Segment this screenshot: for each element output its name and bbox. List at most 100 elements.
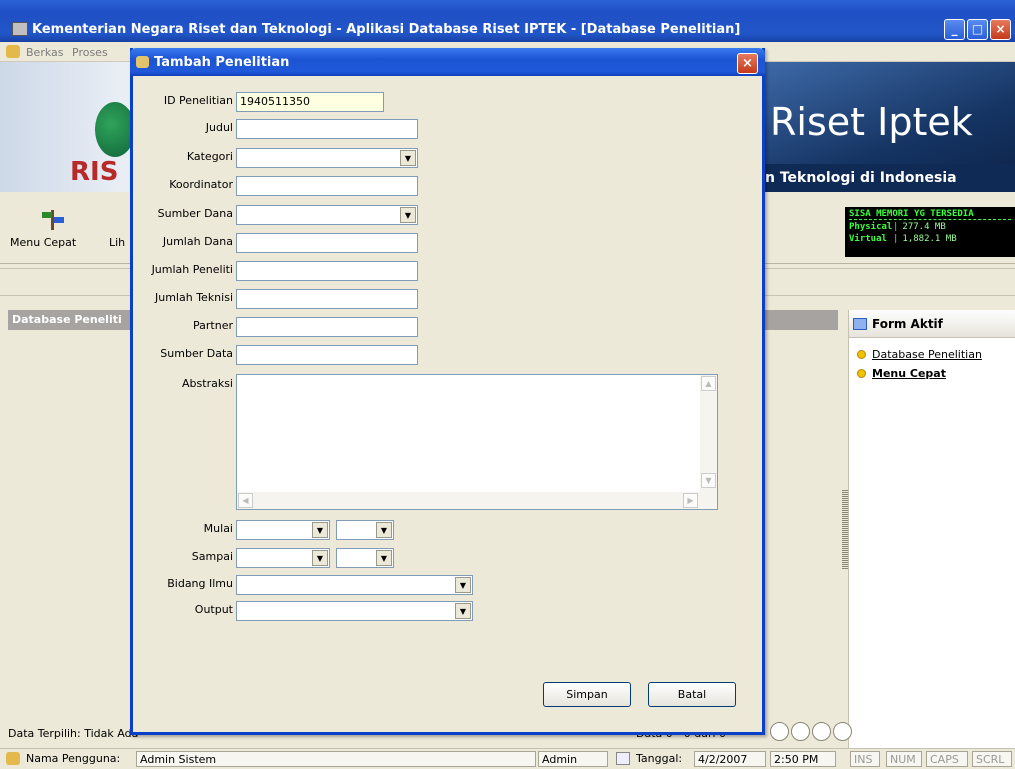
menu-proses[interactable]: Proses <box>72 46 108 59</box>
date-label: Tanggal: <box>636 752 683 765</box>
jumlah-dana-field[interactable] <box>236 233 418 253</box>
num-indicator: NUM <box>886 751 922 767</box>
scroll-right-icon[interactable]: ▶ <box>683 493 698 508</box>
virtual-label: Virtual <box>849 234 887 244</box>
date-value: 4/2/2007 <box>694 751 766 767</box>
user-icon <box>6 752 20 765</box>
partner-field[interactable] <box>236 317 418 337</box>
batal-button[interactable]: Batal <box>648 682 736 707</box>
banner-subtitle: n Teknologi di Indonesia <box>765 170 957 186</box>
form-item-label: Menu Cepat <box>872 367 946 380</box>
bullet-icon <box>857 350 866 359</box>
physical-label: Physical <box>849 222 893 232</box>
sampai-year-select[interactable]: ▼ <box>336 548 394 568</box>
form-aktif-header: Form Aktif <box>849 310 1015 338</box>
form-icon <box>853 318 867 330</box>
nav-next-icon[interactable] <box>812 722 831 741</box>
bidang-ilmu-select[interactable]: ▼ <box>236 575 473 595</box>
form-item-label: Database Penelitian <box>872 348 982 361</box>
banner-title: Riset Iptek <box>770 100 973 144</box>
output-select[interactable]: ▼ <box>236 601 473 621</box>
memory-monitor: SISA MEMORI YG TERSEDIA Physical| 277.4 M… <box>845 207 1015 257</box>
form-aktif-title: Form Aktif <box>872 317 943 331</box>
jumlah-teknisi-label: Jumlah Teknisi <box>155 291 233 304</box>
kategori-select[interactable]: ▼ <box>236 148 418 168</box>
physical-value: 277.4 MB <box>902 222 946 232</box>
jumlah-teknisi-field[interactable] <box>236 289 418 309</box>
chevron-down-icon[interactable]: ▼ <box>400 207 416 223</box>
minimize-icon[interactable]: _ <box>944 19 965 40</box>
dialog-titlebar: Tambah Penelitian × <box>130 48 765 76</box>
toolbar-menu-cepat[interactable]: Menu Cepat <box>10 236 76 249</box>
statusbar: Nama Pengguna: Admin Sistem Admin Tangga… <box>0 748 1015 769</box>
koordinator-field[interactable] <box>236 176 418 196</box>
users-icon <box>6 45 20 58</box>
window-titlebar: Kementerian Negara Riset dan Teknologi -… <box>0 0 1015 42</box>
id-penelitian-label: ID Penelitian <box>163 94 233 107</box>
abstraksi-label: Abstraksi <box>182 377 233 390</box>
menu-berkas[interactable]: Berkas <box>26 46 64 59</box>
signpost-icon[interactable] <box>40 208 66 230</box>
jumlah-peneliti-field[interactable] <box>236 261 418 281</box>
sumber-data-field[interactable] <box>236 345 418 365</box>
logo-text: RIS <box>70 157 119 187</box>
ins-indicator: INS <box>850 751 880 767</box>
kategori-label: Kategori <box>186 150 233 163</box>
logo-icon <box>95 102 135 157</box>
jumlah-peneliti-label: Jumlah Peneliti <box>151 263 233 276</box>
sumber-dana-label: Sumber Dana <box>157 207 233 220</box>
data-terpilih-text: Data Terpilih: Tidak Ada <box>8 727 139 740</box>
window-title: Kementerian Negara Riset dan Teknologi -… <box>32 22 741 37</box>
sampai-label: Sampai <box>191 550 233 563</box>
user-label: Nama Pengguna: <box>26 752 121 765</box>
user-value: Admin Sistem <box>136 751 536 767</box>
simpan-button[interactable]: Simpan <box>543 682 631 707</box>
id-penelitian-field[interactable]: 1940511350 <box>236 92 384 112</box>
chevron-down-icon[interactable]: ▼ <box>376 550 392 566</box>
form-item-menu-cepat[interactable]: Menu Cepat <box>857 367 946 380</box>
judul-field[interactable] <box>236 119 418 139</box>
judul-label: Judul <box>205 121 233 134</box>
scroll-down-icon[interactable]: ▼ <box>701 473 716 488</box>
output-label: Output <box>194 603 233 616</box>
partner-label: Partner <box>193 319 233 332</box>
chevron-down-icon[interactable]: ▼ <box>455 603 471 619</box>
time-value: 2:50 PM <box>770 751 836 767</box>
chevron-down-icon[interactable]: ▼ <box>400 150 416 166</box>
nav-last-icon[interactable] <box>833 722 852 741</box>
chevron-down-icon[interactable]: ▼ <box>376 522 392 538</box>
calendar-icon <box>616 752 630 765</box>
nav-prev-icon[interactable] <box>791 722 810 741</box>
mulai-year-select[interactable]: ▼ <box>336 520 394 540</box>
horizontal-scrollbar[interactable]: ◀ ▶ <box>237 492 717 509</box>
vertical-scrollbar[interactable]: ▲ ▼ <box>700 375 717 495</box>
caps-indicator: CAPS <box>926 751 968 767</box>
bullet-icon <box>857 369 866 378</box>
sumber-dana-select[interactable]: ▼ <box>236 205 418 225</box>
scroll-left-icon[interactable]: ◀ <box>238 493 253 508</box>
form-item-database-penelitian[interactable]: Database Penelitian <box>857 348 982 361</box>
bidang-ilmu-label: Bidang Ilmu <box>167 577 233 590</box>
dialog-close-icon[interactable]: × <box>737 53 758 74</box>
mulai-label: Mulai <box>203 522 233 535</box>
sumber-data-label: Sumber Data <box>160 347 233 360</box>
chevron-down-icon[interactable]: ▼ <box>312 550 328 566</box>
dialog-icon <box>136 56 149 68</box>
chevron-down-icon[interactable]: ▼ <box>312 522 328 538</box>
app-icon <box>12 22 28 36</box>
memory-header: SISA MEMORI YG TERSEDIA <box>849 209 1011 220</box>
mulai-month-select[interactable]: ▼ <box>236 520 330 540</box>
koordinator-label: Koordinator <box>169 178 233 191</box>
dialog-title: Tambah Penelitian <box>154 55 290 70</box>
close-icon[interactable]: × <box>990 19 1011 40</box>
tambah-penelitian-dialog: Tambah Penelitian × ID Penelitian 194051… <box>130 48 765 735</box>
scroll-up-icon[interactable]: ▲ <box>701 376 716 391</box>
scrl-indicator: SCRL <box>972 751 1012 767</box>
toolbar-lihat[interactable]: Lih <box>109 236 125 249</box>
maximize-icon[interactable]: □ <box>967 19 988 40</box>
chevron-down-icon[interactable]: ▼ <box>455 577 471 593</box>
abstraksi-textarea[interactable]: ▲ ▼ ◀ ▶ <box>236 374 718 510</box>
sampai-month-select[interactable]: ▼ <box>236 548 330 568</box>
nav-first-icon[interactable] <box>770 722 789 741</box>
virtual-value: 1,882.1 MB <box>902 234 957 244</box>
